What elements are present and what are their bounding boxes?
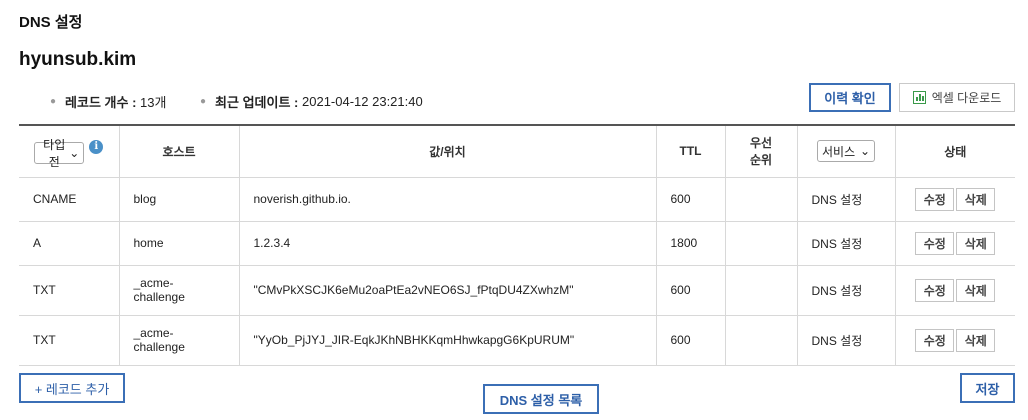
record-count-summary: ● 레코드 개수 : 13개: [50, 92, 166, 111]
record-value: "CMvPkXSCJK6eMu2oaPtEa2vNEO6SJ_fPtqDU4ZX…: [238, 265, 656, 316]
chevron-down-icon: ⌄: [69, 146, 80, 161]
record-host: _acme- challenge: [118, 315, 239, 366]
record-service: DNS 설정: [796, 221, 895, 266]
record-type: TXT: [19, 265, 119, 316]
domain-name: hyunsub.kim: [19, 49, 137, 70]
add-record-button[interactable]: + 레코드 추가: [19, 373, 125, 403]
record-service: DNS 설정: [796, 177, 895, 222]
table-row: TXT _acme- challenge "CMvPkXSCJK6eMu2oaP…: [19, 265, 1015, 316]
record-count-value: 13개: [140, 95, 167, 110]
dns-records-table: 타입 전 ⌄ i 호스트 값/위치 TTL 우선 순위 서비스 ⌄ 상태 CNA…: [19, 124, 1015, 366]
save-button[interactable]: 저장: [960, 373, 1015, 403]
delete-button[interactable]: 삭제: [956, 187, 996, 211]
last-update-label: 최근 업데이트 :: [215, 95, 299, 110]
record-priority: [724, 221, 797, 266]
priority-header: 우선 순위: [724, 125, 797, 178]
record-value: 1.2.3.4: [238, 221, 656, 266]
record-status: 수정 삭제: [894, 177, 1015, 222]
table-row: CNAME blog noverish.github.io. 600 DNS 설…: [19, 177, 1015, 222]
record-host: home: [118, 221, 239, 266]
status-header: 상태: [894, 125, 1015, 178]
record-ttl: 600: [655, 265, 725, 316]
last-update-summary: ● 최근 업데이트 : 2021-04-12 23:21:40: [200, 92, 423, 111]
record-ttl: 600: [655, 177, 725, 222]
record-host: _acme- challenge: [118, 265, 239, 316]
delete-button[interactable]: 삭제: [956, 278, 996, 302]
record-ttl: 600: [655, 315, 725, 366]
record-service: DNS 설정: [796, 265, 895, 316]
dns-list-button[interactable]: DNS 설정 목록: [483, 384, 599, 414]
record-host-line1: _acme-: [133, 276, 174, 290]
record-status: 수정 삭제: [894, 315, 1015, 366]
record-host: blog: [118, 177, 239, 222]
record-priority: [724, 265, 797, 316]
record-host-line1: _acme-: [133, 326, 174, 340]
bullet-icon: ●: [200, 96, 207, 107]
record-value: "YyOb_PjJYJ_JIR-EqkJKhNBHKKqmHhwkapgG6Kp…: [238, 315, 656, 366]
record-host-line2: challenge: [133, 340, 185, 354]
ttl-header: TTL: [655, 125, 725, 178]
delete-button[interactable]: 삭제: [956, 231, 996, 255]
info-icon[interactable]: i: [89, 139, 104, 154]
priority-header-line2: 순위: [749, 153, 773, 168]
record-type: TXT: [19, 315, 119, 366]
record-service: DNS 설정: [796, 315, 895, 366]
record-type: CNAME: [19, 177, 119, 222]
service-filter-select[interactable]: 서비스 ⌄: [817, 140, 875, 163]
service-filter-value: 서비스: [822, 144, 856, 159]
excel-download-button[interactable]: 엑셀 다운로드: [899, 83, 1015, 112]
record-priority: [724, 315, 797, 366]
record-status: 수정 삭제: [894, 221, 1015, 266]
record-priority: [724, 177, 797, 222]
record-count-label: 레코드 개수 :: [65, 95, 137, 110]
edit-button[interactable]: 수정: [915, 328, 955, 352]
record-host-line2: challenge: [133, 290, 185, 304]
record-status: 수정 삭제: [894, 265, 1015, 316]
edit-button[interactable]: 수정: [915, 231, 955, 255]
record-ttl: 1800: [655, 221, 725, 266]
table-row: TXT _acme- challenge "YyOb_PjJYJ_JIR-Eqk…: [19, 315, 1015, 366]
host-header: 호스트: [118, 125, 239, 178]
page-title: DNS 설정: [19, 14, 83, 31]
bullet-icon: ●: [50, 96, 57, 107]
record-type: A: [19, 221, 119, 266]
table-header-row: 타입 전 ⌄ i 호스트 값/위치 TTL 우선 순위 서비스 ⌄ 상태: [19, 125, 1015, 178]
edit-button[interactable]: 수정: [915, 187, 955, 211]
excel-download-label: 엑셀 다운로드: [931, 91, 1002, 105]
record-value: noverish.github.io.: [238, 177, 656, 222]
delete-button[interactable]: 삭제: [956, 328, 996, 352]
history-button[interactable]: 이력 확인: [809, 83, 891, 112]
edit-button[interactable]: 수정: [915, 278, 955, 302]
service-filter-header: 서비스 ⌄: [796, 125, 895, 178]
table-row: A home 1.2.3.4 1800 DNS 설정 수정 삭제: [19, 221, 1015, 266]
priority-header-line1: 우선: [749, 136, 773, 151]
last-update-value: 2021-04-12 23:21:40: [302, 94, 423, 109]
chevron-down-icon: ⌄: [859, 144, 870, 159]
type-filter-select[interactable]: 타입 전 ⌄: [34, 138, 85, 169]
excel-icon: [912, 91, 926, 104]
value-header: 값/위치: [238, 125, 656, 178]
type-filter-header: 타입 전 ⌄ i: [19, 125, 119, 178]
type-filter-value: 타입 전: [43, 138, 66, 170]
